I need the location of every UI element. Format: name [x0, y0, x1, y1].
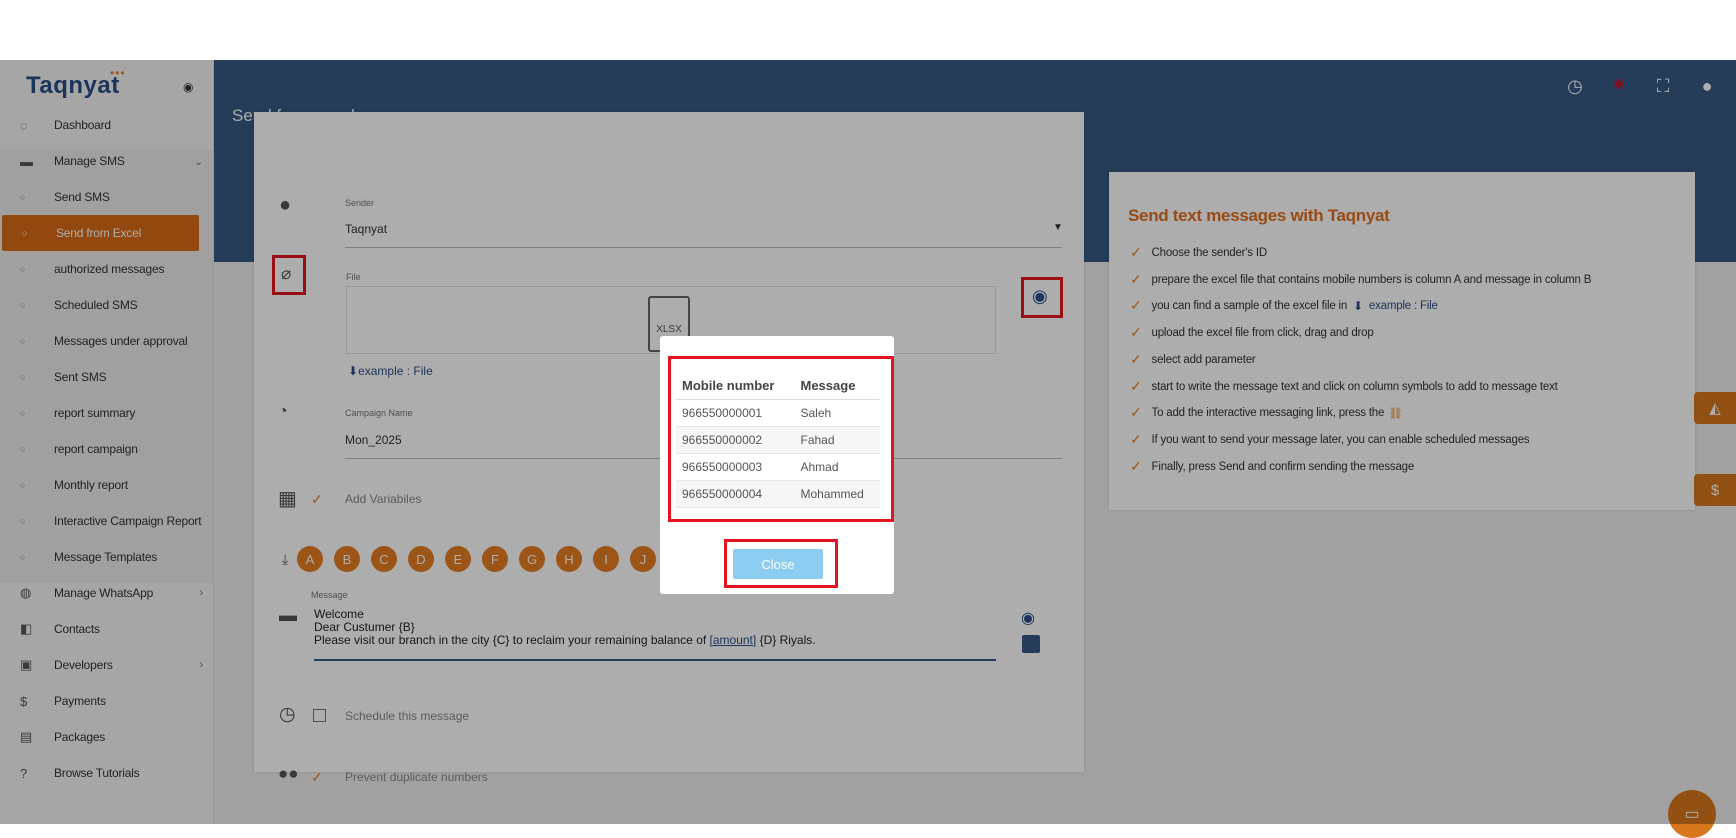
column-header-mobile: Mobile number: [676, 372, 795, 400]
table-row: 966550000002 Fahad: [676, 426, 880, 454]
table-row: 966550000001 Saleh: [676, 399, 880, 427]
table-header-row: Mobile number Message: [676, 372, 880, 400]
column-header-message: Message: [794, 372, 880, 400]
table-row: 966550000003 Ahmad: [676, 453, 880, 481]
close-button[interactable]: Close: [733, 549, 823, 579]
table-row: 966550000004 Mohammed: [676, 480, 880, 508]
preview-table: Mobile number Message 966550000001 Saleh …: [676, 372, 880, 508]
